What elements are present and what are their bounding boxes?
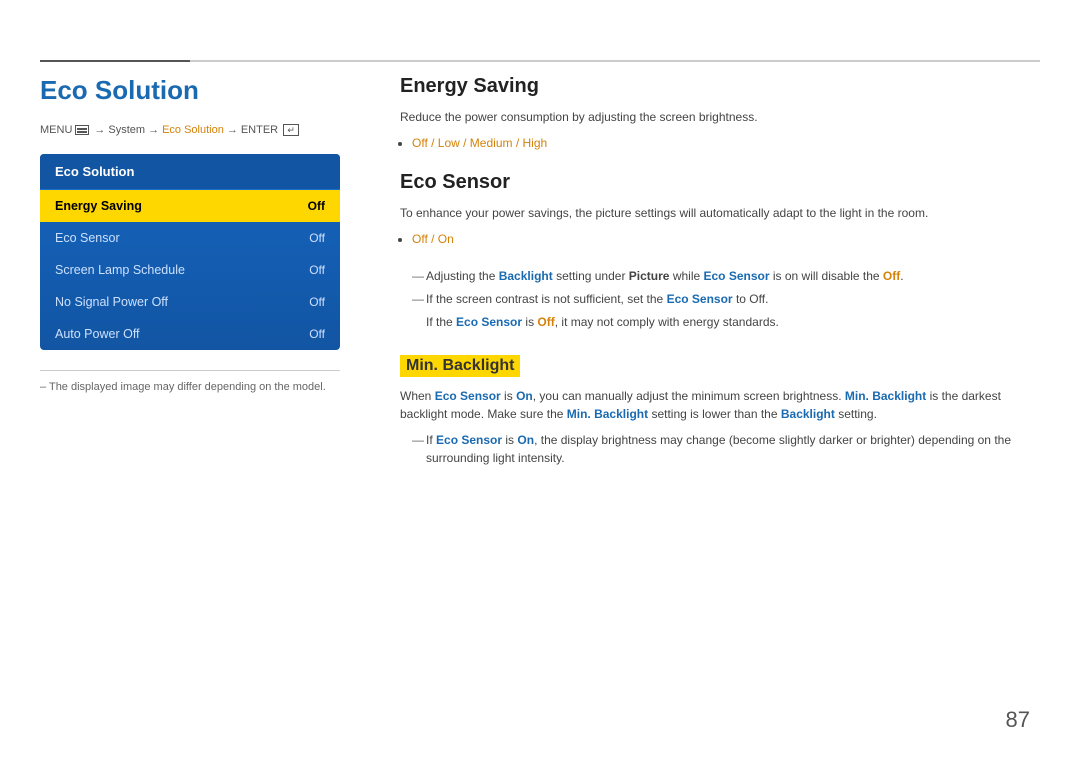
breadcrumb-system: System <box>108 124 145 136</box>
menu-item-value: Off <box>308 199 325 213</box>
eco-sensor-desc: To enhance your power savings, the pictu… <box>400 204 1040 222</box>
eco-sensor-option: Off / On <box>412 230 1040 249</box>
menu-label: MENU <box>40 124 72 136</box>
menu-item-label: Energy Saving <box>55 199 142 213</box>
page-title: Eco Solution <box>40 75 340 106</box>
note-section: – The displayed image may differ dependi… <box>40 370 340 393</box>
menu-item-eco-sensor[interactable]: Eco Sensor Off <box>40 222 340 254</box>
right-column: Energy Saving Reduce the power consumpti… <box>380 75 1040 723</box>
energy-saving-option: Off / Low / Medium / High <box>412 134 1040 153</box>
menu-panel-title: Eco Solution <box>40 154 340 190</box>
menu-item-value: Off <box>309 295 325 309</box>
breadcrumb-eco: Eco Solution <box>162 124 224 136</box>
enter-icon: ↵ <box>283 124 299 136</box>
energy-saving-section: Energy Saving Reduce the power consumpti… <box>400 75 1040 153</box>
menu-item-value: Off <box>309 327 325 341</box>
menu-panel: Eco Solution Energy Saving Off Eco Senso… <box>40 154 340 350</box>
page-number: 87 <box>1006 707 1030 733</box>
option-text: Off / On <box>412 232 454 246</box>
menu-item-label: Auto Power Off <box>55 327 140 341</box>
arrow2: → <box>148 124 159 136</box>
left-column: Eco Solution MENU → System → Eco Solutio… <box>40 75 340 723</box>
eco-sensor-options: Off / On <box>412 230 1040 249</box>
eco-note3: If the Eco Sensor is Off, it may not com… <box>426 313 1040 331</box>
eco-sensor-title: Eco Sensor <box>400 171 1040 194</box>
top-border-accent <box>40 60 190 62</box>
energy-saving-title: Energy Saving <box>400 75 1040 98</box>
eco-note1: Adjusting the Backlight setting under Pi… <box>412 267 1040 285</box>
menu-item-value: Off <box>309 263 325 277</box>
menu-item-label: Eco Sensor <box>55 231 120 245</box>
menu-item-energy-saving[interactable]: Energy Saving Off <box>40 190 340 222</box>
energy-saving-options: Off / Low / Medium / High <box>412 134 1040 153</box>
eco-note2: If the screen contrast is not sufficient… <box>412 290 1040 308</box>
menu-icon <box>75 125 89 135</box>
breadcrumb-enter: ENTER <box>241 124 278 136</box>
note-text: – The displayed image may differ dependi… <box>40 381 340 393</box>
min-backlight-title: Min. Backlight <box>400 355 520 377</box>
note-divider <box>40 370 340 371</box>
menu-item-auto-power[interactable]: Auto Power Off Off <box>40 318 340 350</box>
min-backlight-section: Min. Backlight When Eco Sensor is On, yo… <box>400 347 1040 467</box>
energy-saving-desc: Reduce the power consumption by adjustin… <box>400 108 1040 126</box>
min-backlight-desc: When Eco Sensor is On, you can manually … <box>400 387 1040 423</box>
menu-item-no-signal[interactable]: No Signal Power Off Off <box>40 286 340 318</box>
option-text: Off / Low / Medium / High <box>412 136 547 150</box>
menu-item-screen-lamp[interactable]: Screen Lamp Schedule Off <box>40 254 340 286</box>
breadcrumb: MENU → System → Eco Solution → ENTER ↵ <box>40 124 340 136</box>
menu-item-label: No Signal Power Off <box>55 295 168 309</box>
top-border-full <box>40 60 1040 62</box>
menu-item-label: Screen Lamp Schedule <box>55 263 185 277</box>
menu-item-value: Off <box>309 231 325 245</box>
arrow3: → <box>227 124 238 136</box>
eco-sensor-section: Eco Sensor To enhance your power savings… <box>400 171 1040 331</box>
min-backlight-note: If Eco Sensor is On, the display brightn… <box>412 431 1040 467</box>
arrow1: → <box>94 124 105 136</box>
